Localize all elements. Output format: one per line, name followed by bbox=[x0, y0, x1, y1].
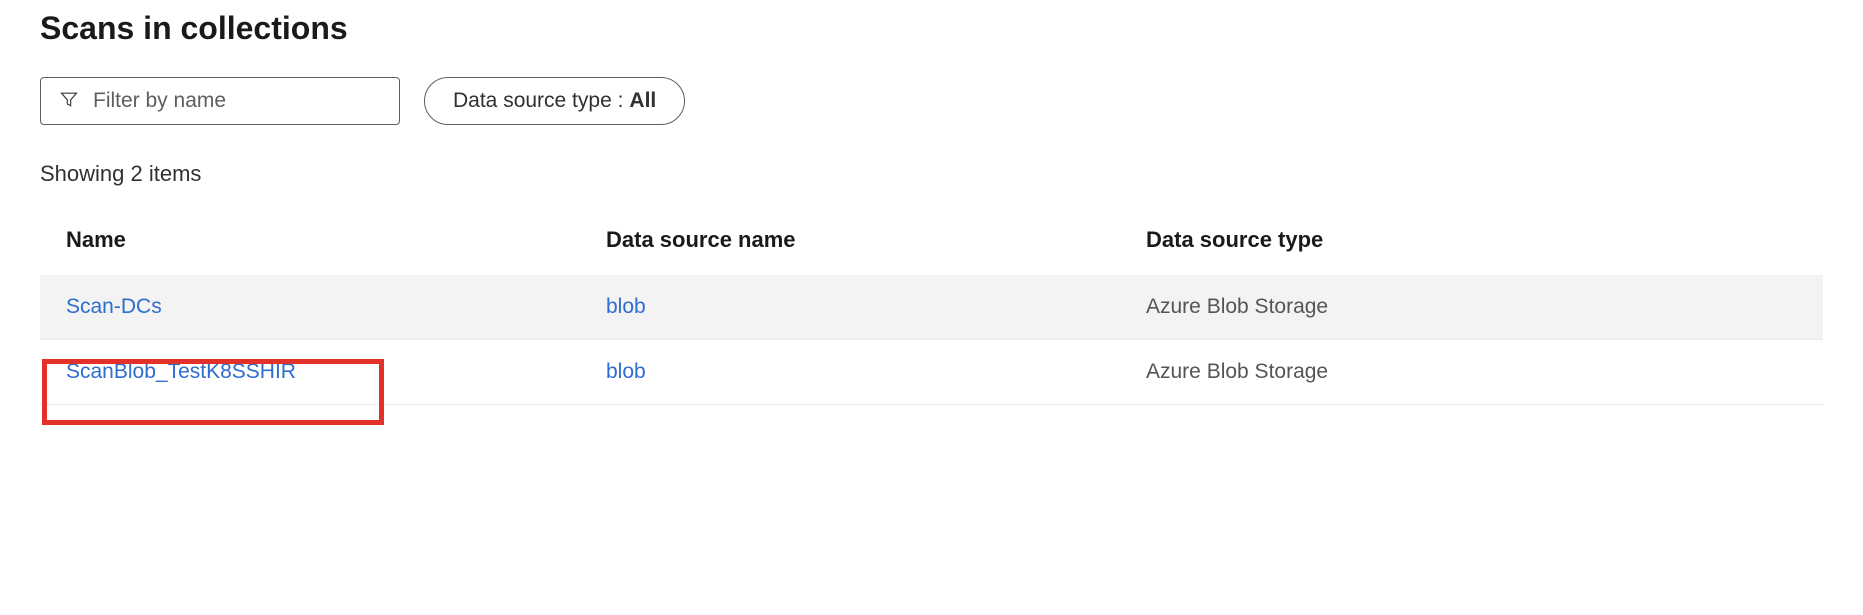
data-source-type-filter[interactable]: Data source type : All bbox=[424, 77, 685, 125]
column-header-data-source-type[interactable]: Data source type bbox=[1146, 227, 1797, 253]
column-header-data-source-name[interactable]: Data source name bbox=[606, 227, 1146, 253]
filter-input-wrap[interactable] bbox=[40, 77, 400, 125]
pill-value: All bbox=[629, 89, 656, 113]
scan-name-link[interactable]: Scan-DCs bbox=[66, 295, 606, 319]
data-source-name-link[interactable]: blob bbox=[606, 360, 1146, 384]
filter-input[interactable] bbox=[93, 89, 381, 113]
data-source-type-text: Azure Blob Storage bbox=[1146, 360, 1797, 384]
table-row[interactable]: ScanBlob_TestK8SSHIRblobAzure Blob Stora… bbox=[40, 340, 1823, 405]
item-count-text: Showing 2 items bbox=[40, 161, 1823, 187]
table-wrapper: Name Data source name Data source type S… bbox=[40, 227, 1823, 405]
scan-name-link[interactable]: ScanBlob_TestK8SSHIR bbox=[66, 360, 606, 384]
page-title: Scans in collections bbox=[40, 10, 1823, 47]
column-header-name[interactable]: Name bbox=[66, 227, 606, 253]
controls-row: Data source type : All bbox=[40, 77, 1823, 125]
pill-label: Data source type : bbox=[453, 89, 623, 113]
table-header: Name Data source name Data source type bbox=[40, 227, 1823, 275]
data-source-type-text: Azure Blob Storage bbox=[1146, 295, 1797, 319]
filter-icon bbox=[59, 89, 79, 114]
scans-table: Name Data source name Data source type S… bbox=[40, 227, 1823, 405]
table-row[interactable]: Scan-DCsblobAzure Blob Storage bbox=[40, 275, 1823, 340]
data-source-name-link[interactable]: blob bbox=[606, 295, 1146, 319]
